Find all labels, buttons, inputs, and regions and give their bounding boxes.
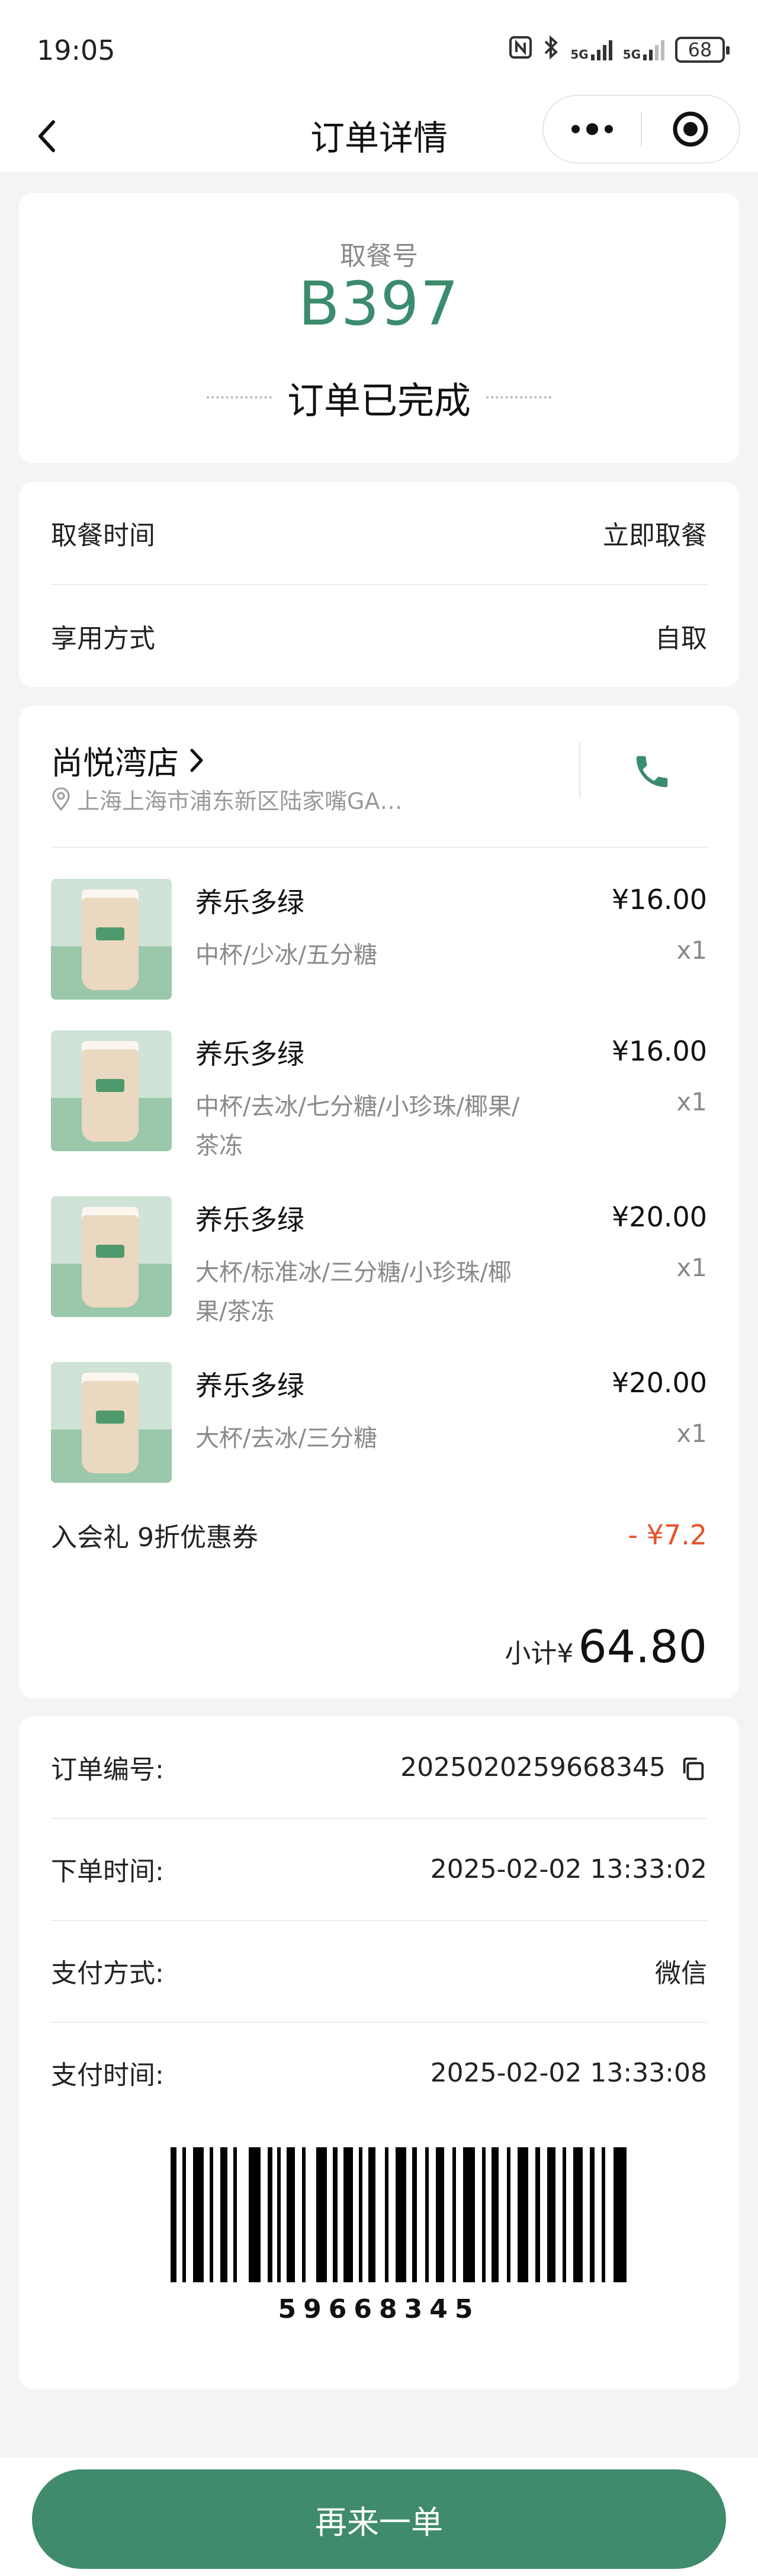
payment-time-row: 支付时间: 2025-02-02 13:33:08 [51, 2022, 707, 2124]
order-number-row: 订单编号: 2025020259668345 [51, 1716, 707, 1818]
item-quantity: x1 [676, 1419, 707, 1448]
network-2-label: 5G [622, 47, 641, 62]
phone-divider [579, 741, 580, 797]
item-spec: 中杯/去冰/七分糖/小珍珠/椰果/茶冻 [195, 1093, 520, 1159]
item-quantity: x1 [676, 1253, 707, 1282]
item-quantity: x1 [676, 936, 707, 965]
subtotal-label: 小计¥ [505, 1639, 574, 1669]
dotted-divider-right [486, 396, 551, 399]
order-number-value: 2025020259668345 [400, 1752, 666, 1782]
coupon-label: 入会礼 9折优惠券 [51, 1523, 258, 1553]
store-address-row: 上海上海市浦东新区陆家嘴GA… [51, 783, 402, 815]
item-name: 养乐多绿 [195, 1038, 304, 1070]
item-price: ¥16.00 [612, 1035, 707, 1067]
product-image [51, 1362, 172, 1483]
dining-mode-label: 享用方式 [51, 624, 155, 654]
status-bar: 19:05 5G 5G 68 [0, 0, 758, 95]
item-spec: 大杯/标准冰/三分糖/小珍珠/椰果/茶冻 [195, 1259, 512, 1325]
nfc-icon [509, 36, 532, 65]
subtotal-row: 小计¥ 64.80 [505, 1620, 707, 1673]
order-time-label: 下单时间: [51, 1856, 164, 1887]
payment-time-value: 2025-02-02 13:33:08 [430, 2057, 707, 2088]
order-item[interactable]: 养乐多绿 大杯/标准冰/三分糖/小珍珠/椰果/茶冻 ¥20.00 x1 [51, 1196, 707, 1332]
more-button[interactable] [544, 96, 641, 162]
pickup-number: B397 [298, 269, 460, 339]
pickup-time-value: 立即取餐 [603, 521, 707, 551]
footer-bar: 再来一单 [0, 2458, 758, 2576]
barcode-image [171, 2147, 627, 2282]
payment-method-value: 微信 [655, 1958, 707, 1989]
order-status: 订单已完成 [287, 379, 471, 422]
item-quantity: x1 [676, 1087, 707, 1116]
order-item[interactable]: 养乐多绿 中杯/少冰/五分糖 ¥16.00 x1 [51, 879, 707, 1015]
store-link[interactable]: 尚悦湾店 [51, 737, 205, 783]
order-number-group: 2025020259668345 [400, 1752, 707, 1782]
coupon-discount: - ¥7.2 [628, 1519, 707, 1551]
network-1-label: 5G [570, 47, 589, 62]
order-item[interactable]: 养乐多绿 大杯/去冰/三分糖 ¥20.00 x1 [51, 1362, 707, 1498]
pickup-number-label: 取餐号 [340, 241, 418, 271]
product-image [51, 879, 172, 1000]
payment-time-label: 支付时间: [51, 2060, 164, 2090]
pickup-time-label: 取餐时间 [51, 521, 155, 551]
item-name: 养乐多绿 [195, 886, 304, 918]
dining-mode-value: 自取 [655, 624, 707, 654]
mini-program-capsule [542, 95, 740, 163]
order-time-value: 2025-02-02 13:33:02 [430, 1854, 707, 1884]
target-icon [673, 111, 708, 147]
chevron-right-icon [190, 749, 203, 772]
reorder-button[interactable]: 再来一单 [32, 2469, 726, 2569]
order-number-label: 订单编号: [51, 1755, 164, 1785]
signal-2: 5G [623, 39, 664, 60]
product-image [51, 1196, 172, 1317]
item-price: ¥20.00 [612, 1201, 707, 1233]
store-address: 上海上海市浦东新区陆家嘴GA… [77, 788, 403, 814]
order-item[interactable]: 养乐多绿 中杯/去冰/七分糖/小珍珠/椰果/茶冻 ¥16.00 x1 [51, 1030, 707, 1167]
order-time-row: 下单时间: 2025-02-02 13:33:02 [51, 1818, 707, 1920]
subtotal-value: 64.80 [578, 1620, 707, 1673]
copy-icon[interactable] [680, 1755, 707, 1782]
item-name: 养乐多绿 [195, 1370, 304, 1402]
phone-icon [636, 756, 668, 788]
coupon-row: 入会礼 9折优惠券 - ¥7.2 [51, 1516, 707, 1554]
battery-icon: 68 [675, 37, 730, 63]
more-dots-icon [571, 123, 613, 135]
pickup-card: 取餐号 B397 订单已完成 [19, 193, 739, 463]
pickup-info-card: 取餐时间 立即取餐 享用方式 自取 [19, 482, 739, 687]
order-status-row: 订单已完成 [19, 371, 739, 424]
dotted-divider-left [206, 396, 272, 399]
status-time: 19:05 [37, 34, 115, 66]
store-divider [51, 847, 707, 848]
item-name: 养乐多绿 [195, 1204, 304, 1236]
store-name: 尚悦湾店 [51, 744, 179, 782]
navigation-bar: 订单详情 [0, 95, 758, 172]
order-items-card: 尚悦湾店 上海上海市浦东新区陆家嘴GA… 养乐多绿 中杯/少冰/五分糖 ¥16.… [19, 706, 739, 1698]
battery-level: 68 [688, 38, 712, 61]
payment-method-label: 支付方式: [51, 1958, 164, 1989]
dining-mode-row: 享用方式 自取 [51, 585, 707, 687]
signal-bars-icon [590, 39, 612, 60]
pickup-time-row: 取餐时间 立即取餐 [51, 482, 707, 584]
item-spec: 大杯/去冰/三分糖 [195, 1425, 377, 1452]
item-price: ¥20.00 [612, 1367, 707, 1399]
call-store-button[interactable] [619, 739, 685, 804]
location-pin-icon [52, 787, 70, 811]
signal-1: 5G [570, 39, 612, 60]
signal-bars-icon [643, 39, 664, 60]
bluetooth-icon [543, 34, 560, 66]
item-spec: 中杯/少冰/五分糖 [195, 942, 377, 969]
close-program-button[interactable] [642, 96, 739, 162]
product-image [51, 1030, 172, 1151]
order-meta-card: 订单编号: 2025020259668345 下单时间: 2025-02-02 … [19, 1716, 739, 2389]
payment-method-row: 支付方式: 微信 [51, 1920, 707, 2022]
item-price: ¥16.00 [612, 884, 707, 916]
status-icons: 5G 5G 68 [509, 33, 730, 66]
barcode-number: 59668345 [278, 2294, 480, 2324]
